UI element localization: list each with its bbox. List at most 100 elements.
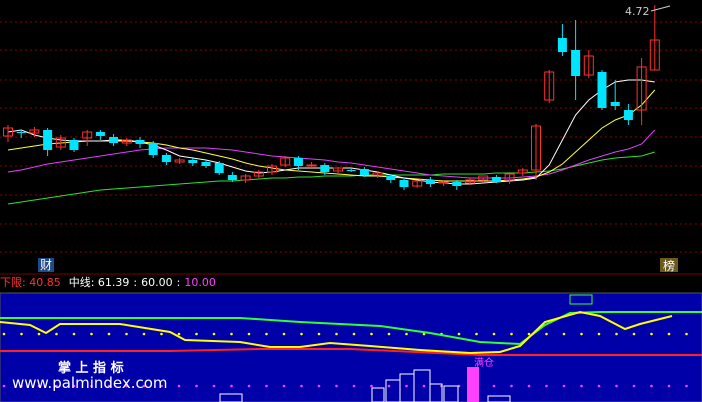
candle-body (306, 164, 317, 167)
indicator-dot (282, 332, 286, 336)
indicator-dot (597, 332, 601, 336)
indicator-dot (142, 332, 146, 336)
indicator-dot (2, 332, 6, 336)
candle-body (491, 177, 501, 182)
indicator-dot (265, 332, 268, 336)
mid-label: 中线: (69, 275, 98, 289)
candle-body (135, 140, 145, 144)
indicator-dot (282, 384, 286, 388)
indicator-dot (387, 332, 391, 336)
indicator-dot (2, 384, 6, 388)
candle-body (359, 169, 369, 175)
indicator-dot (72, 332, 76, 336)
price-label: 4.72 (625, 5, 650, 18)
indicator-dot (545, 332, 548, 336)
lower-value: 40.85 (29, 276, 61, 289)
candle-body (597, 72, 607, 108)
candle-body (386, 176, 396, 180)
indicator-dot (125, 332, 128, 336)
indicator-dot (667, 384, 671, 388)
candle-body (161, 155, 171, 162)
candle-body (214, 163, 224, 173)
indicator-dot (685, 384, 688, 388)
badge-left: 财 (40, 258, 52, 272)
indicator-dot (632, 332, 636, 336)
indicator-dot (230, 332, 233, 336)
indicator-dot (650, 332, 653, 336)
candle-body (320, 165, 330, 172)
candle-body (438, 181, 449, 184)
indicator-dot (20, 332, 23, 336)
indicator-dot (527, 332, 531, 336)
candle-body (610, 102, 620, 106)
indicator-dot (177, 384, 181, 388)
indicator-header: 下限: 40.85 中线: 61.39:60.00:10.00 (0, 275, 216, 289)
ma-yellow-line (7, 89, 656, 182)
indicator-dot (422, 384, 426, 388)
candle-body (557, 38, 567, 52)
ma-green-line (7, 151, 655, 205)
indicator-dot (387, 384, 391, 388)
candle-body (148, 143, 158, 155)
badge-right: 榜 (663, 258, 675, 273)
indicator-dot (650, 384, 653, 388)
indicator-dot (370, 332, 373, 336)
indicator-dot (212, 332, 216, 336)
candle-body (399, 180, 409, 187)
candle-body (452, 182, 462, 186)
candlestick-series (3, 5, 660, 190)
candle-body (16, 132, 26, 133)
indicator-dot (580, 332, 583, 336)
candle-body (95, 132, 105, 136)
indicator-dot (615, 332, 618, 336)
indicator-dot (90, 332, 93, 336)
indicator-dot (352, 332, 356, 336)
indicator-dot (510, 332, 513, 336)
candle-body (43, 130, 53, 150)
indicator-dot (265, 384, 268, 388)
candle-body (425, 180, 435, 184)
indicator-dot (615, 384, 618, 388)
indicator-dot (405, 384, 408, 388)
candle-body (293, 158, 303, 166)
indicator-dot (212, 384, 216, 388)
indicator-dot (580, 384, 583, 388)
indicator-dot (562, 384, 566, 388)
indicator-dot (632, 384, 636, 388)
price-label-leader (650, 5, 671, 12)
indicator-dot (597, 384, 601, 388)
price-grid (0, 21, 702, 253)
full-position-bar (467, 367, 479, 402)
candle-body (188, 160, 198, 163)
candle-body (623, 110, 633, 120)
candle-body (69, 140, 79, 150)
indicator-dot (335, 332, 338, 336)
indicator-dot (527, 384, 531, 388)
stock-chart: 4.72 财 榜 下限: 40.85 中线: 61.39:60.00:10.00 … (0, 5, 702, 402)
lower-label: 下限: (0, 276, 29, 289)
val-a: 60.00 (141, 276, 173, 289)
indicator-dot (107, 332, 111, 336)
indicator-dot (300, 384, 303, 388)
indicator-dot (667, 332, 671, 336)
ma-white-line (7, 79, 655, 185)
indicator-dot (195, 384, 198, 388)
candle-body (201, 162, 211, 166)
candle-body (346, 170, 356, 171)
indicator-dot (492, 384, 496, 388)
indicator-dot (352, 384, 356, 388)
indicator-dot (457, 332, 461, 336)
indicator-dot (317, 384, 321, 388)
indicator-dot (492, 332, 496, 336)
indicator-dot (475, 332, 478, 336)
indicator-dot (685, 332, 688, 336)
mid-value: 61.39 (98, 276, 130, 289)
val-b: 10.00 (184, 276, 216, 289)
annotation-full-position: 满仓 (474, 356, 494, 369)
indicator-dot (177, 332, 181, 336)
candle-body (109, 137, 119, 143)
indicator-dot (160, 332, 163, 336)
indicator-dot (37, 332, 41, 336)
indicator-dot (195, 332, 198, 336)
indicator-dot (510, 384, 513, 388)
